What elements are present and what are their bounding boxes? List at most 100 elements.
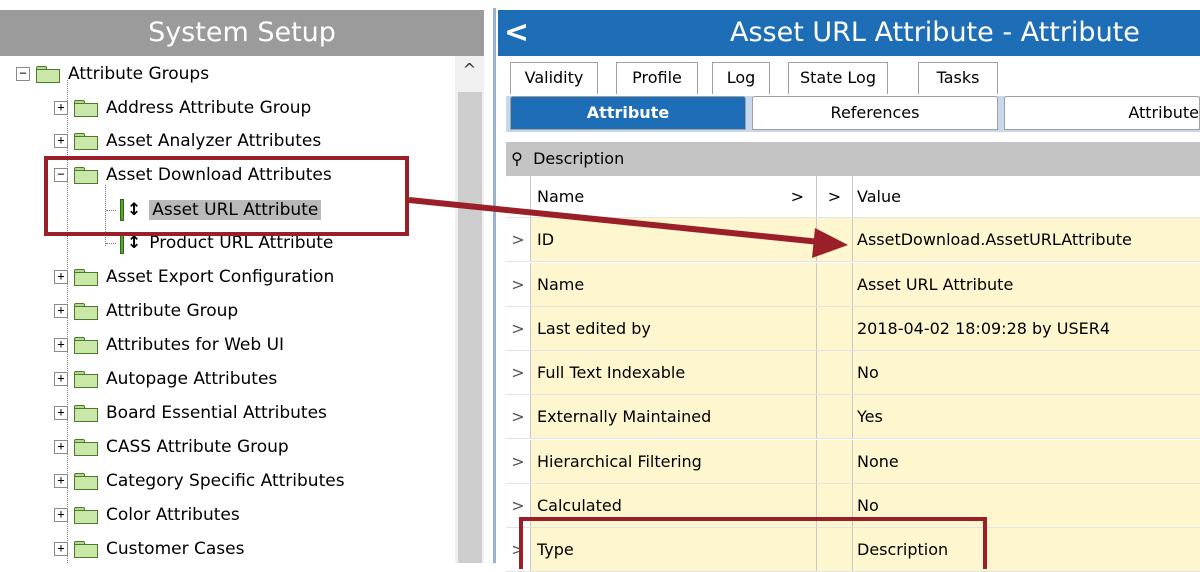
scrollbar-thumb[interactable] xyxy=(458,92,482,563)
column-arrow-icon[interactable]: > xyxy=(791,176,804,218)
folder-icon xyxy=(74,302,98,320)
expand-icon[interactable]: + xyxy=(54,474,68,488)
panel-divider[interactable] xyxy=(484,0,498,563)
editor-title: Asset URL Attribute - Attribute xyxy=(730,17,1140,48)
row-value[interactable]: None xyxy=(852,440,1200,483)
tree-node-asset-analyzer-attributes[interactable]: + Asset Analyzer Attributes xyxy=(54,127,321,155)
system-setup-panel: System Setup − Attribute Groups + Addres… xyxy=(0,0,484,563)
highlight-box-tree xyxy=(44,156,409,236)
folder-icon xyxy=(36,65,60,83)
tab-profile[interactable]: Profile xyxy=(616,62,698,94)
editor-tabs: Validity Profile Log State Log Tasks Att… xyxy=(498,56,1200,132)
folder-icon xyxy=(74,404,98,422)
description-section-header[interactable]: ⚲ Description xyxy=(506,142,1200,176)
tree-node-autopage-attributes[interactable]: + Autopage Attributes xyxy=(54,365,277,393)
row-expand-icon[interactable]: > xyxy=(506,440,530,483)
tree-node-customer-cases[interactable]: + Customer Cases xyxy=(54,535,244,563)
attribute-tree: − Attribute Groups + Address Attribute G… xyxy=(0,56,455,563)
expand-icon[interactable]: + xyxy=(54,508,68,522)
expand-icon[interactable]: + xyxy=(54,440,68,454)
row-name: Hierarchical Filtering xyxy=(530,440,816,483)
row-name: Full Text Indexable xyxy=(530,351,816,394)
tree-node-label: Customer Cases xyxy=(106,539,245,559)
tab-log[interactable]: Log xyxy=(712,62,770,94)
row-expand-icon[interactable]: > xyxy=(506,307,530,350)
folder-icon xyxy=(74,132,98,150)
tree-node-address-attribute-group[interactable]: + Address Attribute Group xyxy=(54,94,311,122)
row-name: Externally Maintained xyxy=(530,395,816,438)
folder-icon xyxy=(74,336,98,354)
collapse-icon[interactable]: − xyxy=(16,67,30,81)
table-row[interactable]: > Last edited by 2018-04-02 18:09:28 by … xyxy=(506,307,1200,351)
expand-icon[interactable]: + xyxy=(54,372,68,386)
folder-icon xyxy=(74,438,98,456)
tree-node-label: Asset Export Configuration xyxy=(106,267,335,287)
column-header-value[interactable]: Value xyxy=(852,176,1200,217)
folder-icon xyxy=(74,99,98,117)
tree-node-label: Attributes for Web UI xyxy=(106,335,285,355)
expand-icon[interactable]: + xyxy=(54,304,68,318)
expand-icon[interactable]: + xyxy=(54,542,68,556)
tab-tasks[interactable]: Tasks xyxy=(918,62,998,94)
tree-node-label: Attribute Group xyxy=(106,301,239,321)
row-value[interactable]: AssetDownload.AssetURLAttribute xyxy=(852,218,1200,261)
expand-icon[interactable]: + xyxy=(54,134,68,148)
table-row[interactable]: > Externally Maintained Yes xyxy=(506,395,1200,439)
tree-node-label: Autopage Attributes xyxy=(106,369,278,389)
tree-node-cass-attribute-group[interactable]: + CASS Attribute Group xyxy=(54,433,289,461)
pin-icon[interactable]: ⚲ xyxy=(506,142,528,176)
table-row[interactable]: > Full Text Indexable No xyxy=(506,351,1200,395)
panel-title: System Setup xyxy=(0,10,484,56)
folder-icon xyxy=(74,472,98,490)
tab-attribute[interactable]: Attribute xyxy=(510,96,746,130)
tree-node-board-essential-attributes[interactable]: + Board Essential Attributes xyxy=(54,399,327,427)
tree-node-attributes-for-web-ui[interactable]: + Attributes for Web UI xyxy=(54,331,284,359)
tree-node-attribute-groups[interactable]: − Attribute Groups xyxy=(16,60,209,88)
row-expand-icon[interactable]: > xyxy=(506,395,530,438)
table-row[interactable]: > Name Asset URL Attribute xyxy=(506,263,1200,307)
tree-node-category-specific-attributes[interactable]: + Category Specific Attributes xyxy=(54,467,345,495)
highlight-box-type-row xyxy=(519,517,987,569)
section-label: Description xyxy=(533,149,625,168)
tree-node-label: Board Essential Attributes xyxy=(106,403,327,423)
tree-node-label: CASS Attribute Group xyxy=(106,437,289,457)
tree-node-label: Color Attributes xyxy=(106,505,240,525)
tree-node-label: Category Specific Attributes xyxy=(106,471,345,491)
column-arrow-icon[interactable]: > xyxy=(816,176,852,217)
attribute-editor-panel: < Asset URL Attribute - Attribute Validi… xyxy=(498,0,1200,572)
tab-references[interactable]: References xyxy=(752,96,998,130)
table-row[interactable]: > ID AssetDownload.AssetURLAttribute xyxy=(506,218,1200,262)
tab-row-secondary: Attribute References Attribute xyxy=(506,96,1200,132)
tree-node-color-attributes[interactable]: + Color Attributes xyxy=(54,501,240,529)
attribute-grid: Name > > Value > ID AssetDownload.AssetU… xyxy=(506,176,1200,572)
row-name: ID xyxy=(530,218,816,261)
row-name: Name xyxy=(530,263,816,306)
row-value[interactable]: Asset URL Attribute xyxy=(852,263,1200,306)
expand-icon[interactable]: + xyxy=(54,338,68,352)
row-name: Last edited by xyxy=(530,307,816,350)
tree-node-attribute-group[interactable]: + Attribute Group xyxy=(54,297,238,325)
tree-node-label: Attribute Groups xyxy=(68,64,210,84)
row-value[interactable]: No xyxy=(852,351,1200,394)
editor-header: < Asset URL Attribute - Attribute xyxy=(498,10,1200,56)
row-expand-icon[interactable]: > xyxy=(506,218,530,261)
back-arrow-icon[interactable]: < xyxy=(504,10,532,56)
tree-node-asset-export-configuration[interactable]: + Asset Export Configuration xyxy=(54,263,334,291)
row-expand-icon[interactable]: > xyxy=(506,351,530,394)
folder-icon xyxy=(74,268,98,286)
expand-icon[interactable]: + xyxy=(54,270,68,284)
row-expand-icon[interactable]: > xyxy=(506,263,530,306)
row-value[interactable]: 2018-04-02 18:09:28 by USER4 xyxy=(852,307,1200,350)
column-header-name[interactable]: Name > xyxy=(530,176,816,217)
row-value[interactable]: Yes xyxy=(852,395,1200,438)
table-row[interactable]: > Hierarchical Filtering None xyxy=(506,440,1200,484)
tab-validity[interactable]: Validity xyxy=(510,62,598,94)
grid-header-row: Name > > Value xyxy=(506,176,1200,218)
tab-state-log[interactable]: State Log xyxy=(788,62,888,94)
expand-icon[interactable]: + xyxy=(54,101,68,115)
tree-node-label: Product URL Attribute xyxy=(149,233,334,253)
folder-icon xyxy=(74,540,98,558)
expand-icon[interactable]: + xyxy=(54,406,68,420)
tab-attribute-values[interactable]: Attribute xyxy=(1004,96,1200,130)
scroll-up-icon[interactable]: ^ xyxy=(455,60,484,88)
